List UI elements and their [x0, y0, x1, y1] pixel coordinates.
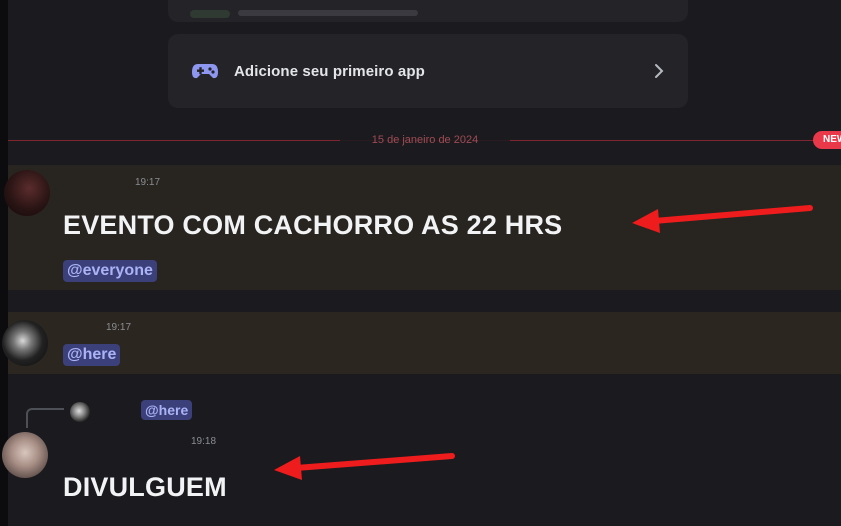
- avatar[interactable]: [4, 170, 50, 216]
- chat-view: Adicione seu primeiro app 15 de janeiro …: [0, 0, 841, 526]
- message-content: DIVULGUEM: [63, 472, 227, 502]
- card-icon: [190, 10, 230, 18]
- add-first-app-label: Adicione seu primeiro app: [234, 62, 425, 80]
- timestamp: 19:17: [106, 322, 132, 333]
- gamepad-icon: [190, 60, 220, 82]
- new-messages-badge: NEW: [813, 131, 841, 149]
- reply-mention-here[interactable]: @here: [141, 400, 193, 420]
- reply-line: [26, 408, 64, 428]
- message-content: EVENTO COM CACHORRO AS 22 HRS: [63, 210, 563, 240]
- avatar[interactable]: [2, 432, 48, 478]
- setup-card[interactable]: [168, 0, 688, 22]
- date-divider-label: 15 de janeiro de 2024: [340, 132, 510, 148]
- add-first-app-card[interactable]: Adicione seu primeiro app: [168, 34, 688, 108]
- card-label-cut-off: [238, 10, 418, 16]
- timestamp: 19:17: [135, 177, 161, 188]
- chevron-right-icon: [652, 61, 666, 81]
- timestamp: 19:18: [191, 436, 217, 447]
- annotation-arrow-bottom: [274, 453, 455, 480]
- reply-avatar[interactable]: [70, 402, 90, 422]
- mention-everyone[interactable]: @everyone: [63, 260, 157, 282]
- mention-here[interactable]: @here: [63, 344, 121, 366]
- message-item[interactable]: 19:17 @here: [2, 312, 841, 374]
- avatar[interactable]: [2, 320, 48, 366]
- annotation-arrow-top: [632, 205, 813, 233]
